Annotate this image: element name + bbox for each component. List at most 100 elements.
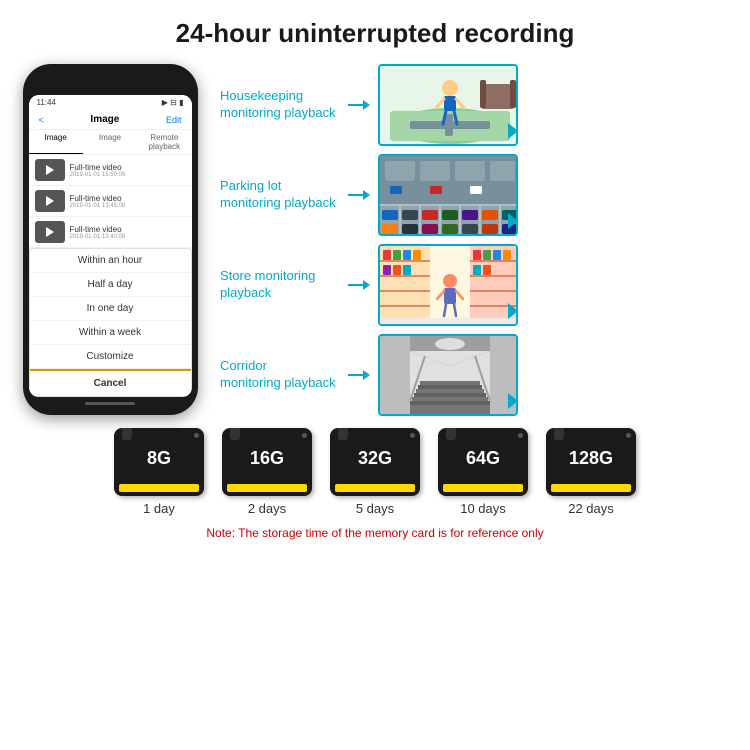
monitoring-list: Housekeepingmonitoring playback [220,59,740,416]
sd-dot-64g [518,433,523,438]
storage-cards-row: 8G 1 day 16G 2 days 32G 5 days 64G 10 da… [114,428,636,516]
storage-card-64g: 64G 10 days [438,428,528,516]
storage-days-64g: 10 days [460,501,506,516]
sd-label-32g: 32G [358,448,392,469]
video-date-2: 2019-01-01 13:45:08 [70,203,186,209]
sd-card-8g: 8G [114,428,204,496]
main-content: 11:44 ▶ ⊟ ▮ < Image Edit Image Image Rem… [0,59,750,416]
phone-notch [75,74,145,92]
phone-mockup: 11:44 ▶ ⊟ ▮ < Image Edit Image Image Rem… [10,64,210,416]
video-date-1: 2019-01-01 15:50:06 [70,172,186,178]
phone-icons: ▶ ⊟ ▮ [162,98,184,107]
monitoring-image-housekeeping [378,64,518,146]
monitoring-item-store: Store monitoringplayback [220,244,740,326]
connector-housekeeping [348,100,370,110]
connector-arrow-3 [363,280,370,290]
dropdown-item-customize[interactable]: Customize [30,345,191,369]
connector-line-3 [348,284,363,286]
sd-label-8g: 8G [147,448,171,469]
video-label-3: Full-time video [70,225,186,234]
video-date-3: 2019-01-01 13:40:08 [70,234,186,240]
sd-card-32g: 32G [330,428,420,496]
video-label-1: Full-time video [70,163,186,172]
scene-arrow-store [508,303,518,319]
video-thumb-1 [35,159,65,181]
phone-tab-image[interactable]: Image [29,130,83,154]
connector-arrow-4 [363,370,370,380]
monitoring-label-corridor: Corridormonitoring playback [220,358,340,392]
play-icon-1 [46,165,54,175]
storage-card-8g: 8G 1 day [114,428,204,516]
scene-parking-svg [380,156,518,236]
sd-card-64g: 64G [438,428,528,496]
connector-line-4 [348,374,363,376]
phone-nav-bar: < Image Edit [29,110,192,130]
sd-label-64g: 64G [466,448,500,469]
storage-note: Note: The storage time of the memory car… [206,526,543,540]
dropdown-item-week[interactable]: Within a week [30,321,191,345]
connector-store [348,280,370,290]
sd-dot-32g [410,433,415,438]
phone-tab-image2[interactable]: Image [83,130,137,154]
dropdown-item-one-day[interactable]: In one day [30,297,191,321]
dropdown-item-within-hour[interactable]: Within an hour [30,249,191,273]
connector-arrow-2 [363,190,370,200]
phone-outer: 11:44 ▶ ⊟ ▮ < Image Edit Image Image Rem… [23,64,198,415]
scene-store-svg [380,246,518,326]
sd-dot-8g [194,433,199,438]
phone-back-btn[interactable]: < [39,115,44,125]
monitoring-item-corridor: Corridormonitoring playback [220,334,740,416]
storage-card-32g: 32G 5 days [330,428,420,516]
play-icon-2 [46,196,54,206]
video-item-2: Full-time video 2019-01-01 13:45:08 [29,186,192,217]
monitoring-item-parking: Parking lotmonitoring playback [220,154,740,236]
page-header: 24-hour uninterrupted recording [0,0,750,59]
phone-time: 11:44 [37,98,56,107]
sd-label-128g: 128G [569,448,613,469]
sd-dot-16g [302,433,307,438]
dropdown-menu: Within an hour Half a day In one day Wit… [29,248,192,397]
monitoring-image-parking [378,154,518,236]
scene-arrow-parking [508,213,518,229]
phone-tab-remote[interactable]: Remote playback [137,130,191,154]
video-label-2: Full-time video [70,194,186,203]
video-info-2: Full-time video 2019-01-01 13:45:08 [70,194,186,209]
video-item-1: Full-time video 2019-01-01 15:50:06 [29,155,192,186]
monitoring-label-store: Store monitoringplayback [220,268,340,302]
phone-tabs: Image Image Remote playback [29,130,192,155]
sd-card-128g: 128G [546,428,636,496]
storage-days-8g: 1 day [143,501,175,516]
storage-days-128g: 22 days [568,501,614,516]
sd-label-16g: 16G [250,448,284,469]
storage-card-128g: 128G 22 days [546,428,636,516]
monitoring-item-housekeeping: Housekeepingmonitoring playback [220,64,740,146]
dropdown-item-half-day[interactable]: Half a day [30,273,191,297]
connector-parking [348,190,370,200]
scene-corridor-svg [380,336,518,416]
scene-arrow-corridor [508,393,518,409]
storage-section: 8G 1 day 16G 2 days 32G 5 days 64G 10 da… [0,416,750,545]
monitoring-label-housekeeping: Housekeepingmonitoring playback [220,88,340,122]
storage-days-16g: 2 days [248,501,286,516]
connector-arrow-1 [363,100,370,110]
storage-card-16g: 16G 2 days [222,428,312,516]
phone-status-bar: 11:44 ▶ ⊟ ▮ [29,95,192,110]
video-info-1: Full-time video 2019-01-01 15:50:06 [70,163,186,178]
video-info-3: Full-time video 2019-01-01 13:40:08 [70,225,186,240]
connector-line-1 [348,104,363,106]
connector-line-2 [348,194,363,196]
monitoring-image-store [378,244,518,326]
video-thumb-3 [35,221,65,243]
monitoring-image-corridor [378,334,518,416]
sd-card-16g: 16G [222,428,312,496]
dropdown-cancel-btn[interactable]: Cancel [30,369,191,396]
phone-screen: 11:44 ▶ ⊟ ▮ < Image Edit Image Image Rem… [29,95,192,397]
video-item-3: Full-time video 2019-01-01 13:40:08 [29,217,192,248]
phone-home-bar [85,402,135,405]
video-thumb-2 [35,190,65,212]
connector-corridor [348,370,370,380]
sd-dot-128g [626,433,631,438]
storage-days-32g: 5 days [356,501,394,516]
phone-edit-btn[interactable]: Edit [166,115,182,125]
play-icon-3 [46,227,54,237]
